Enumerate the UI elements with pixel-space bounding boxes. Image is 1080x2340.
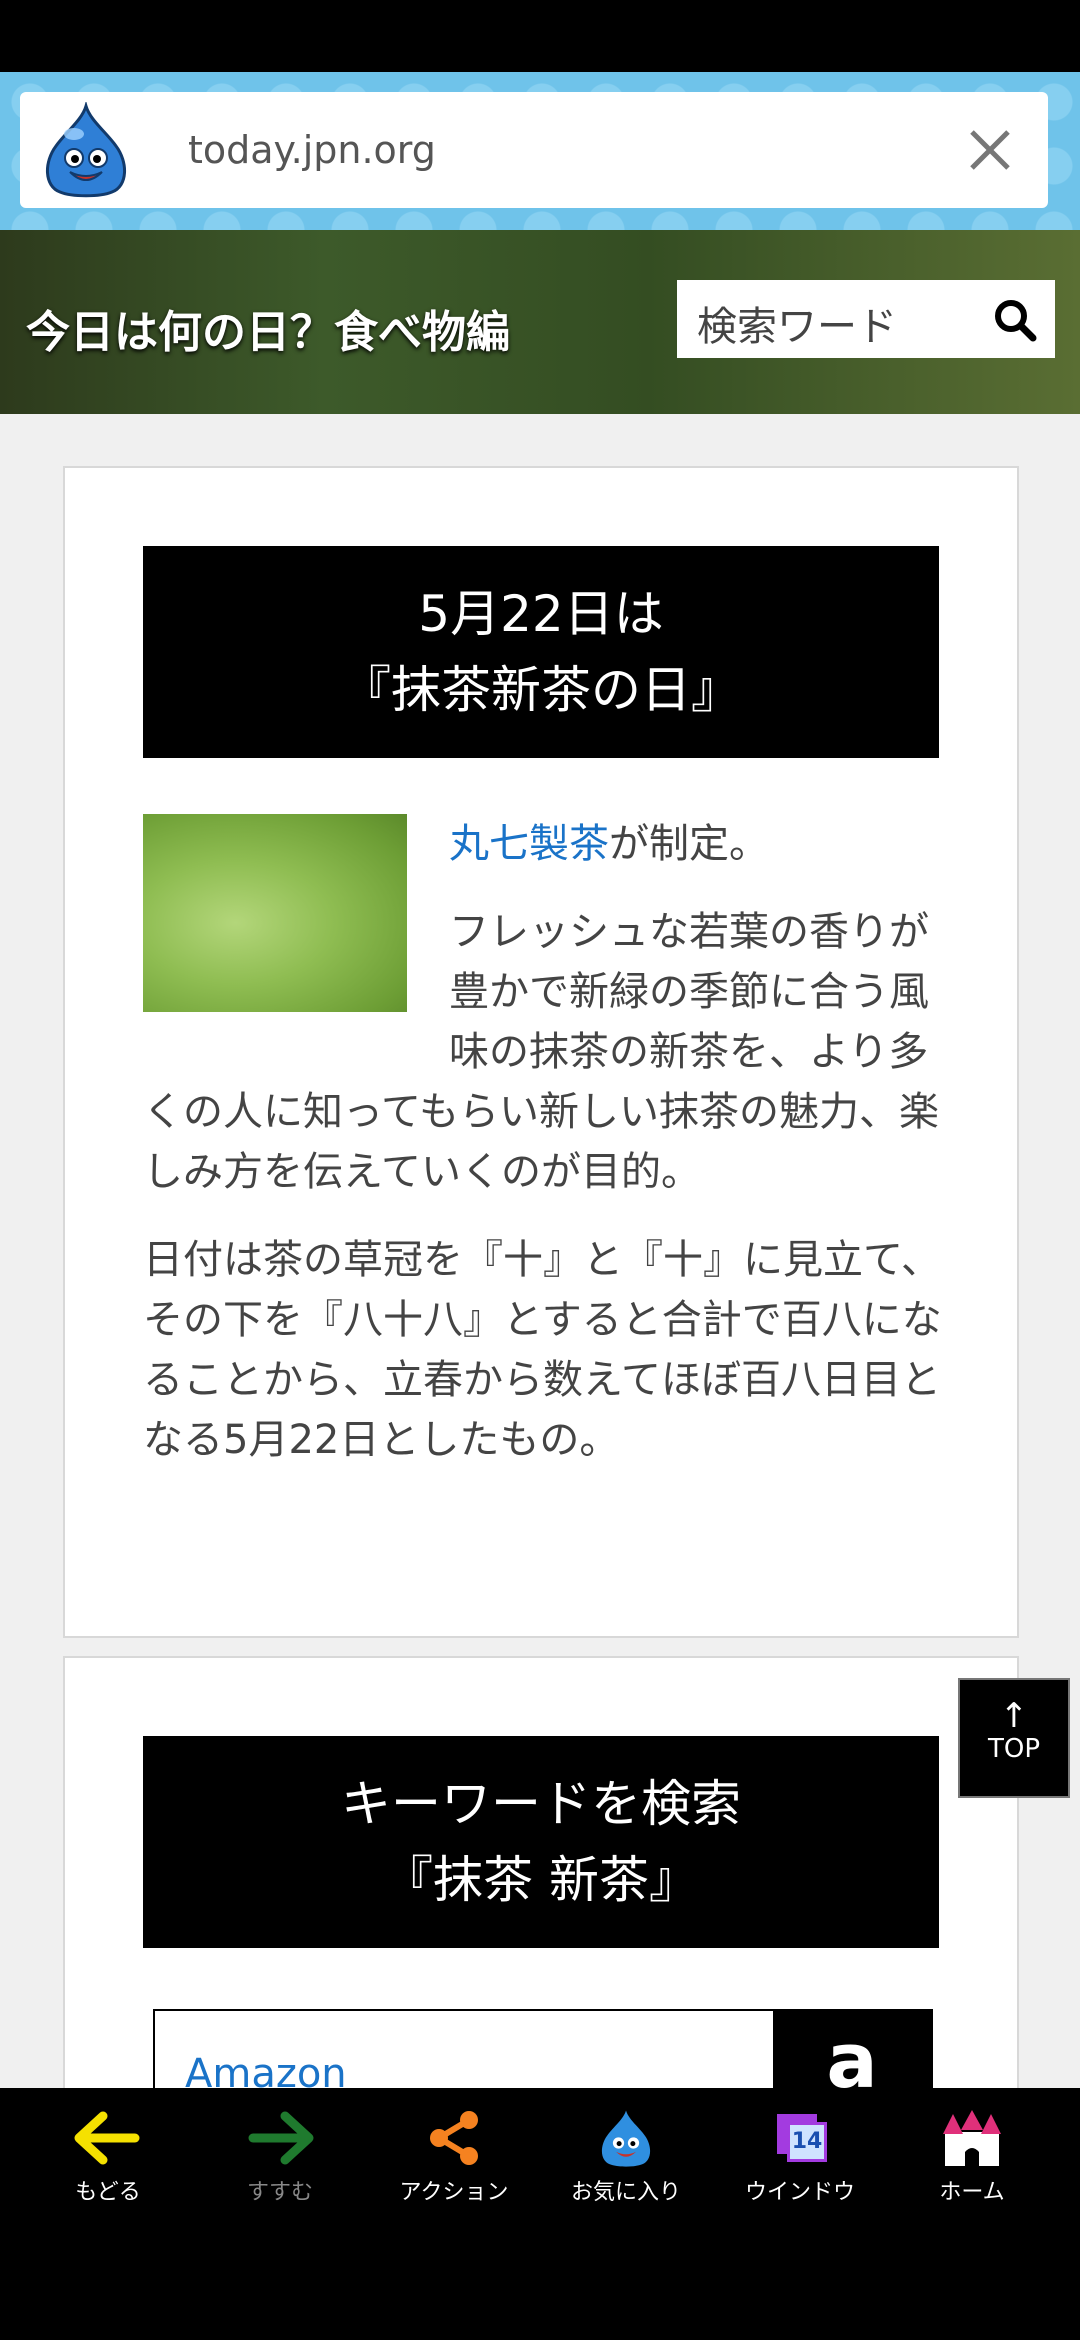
nav-forward-label: すすむ: [246, 2180, 313, 2205]
search-input[interactable]: 検索ワード: [677, 280, 1055, 358]
article-paragraph-2: 日付は茶の草冠を『十』と『十』に見立て、その下を『八十八』とすると合計で百八にな…: [143, 1237, 942, 1463]
share-icon: [430, 2111, 478, 2165]
arrow-up-icon: ↑: [999, 1696, 1029, 1736]
nav-action[interactable]: アクション: [374, 2108, 534, 2218]
nav-forward[interactable]: すすむ: [200, 2108, 360, 2218]
page-content: 5月22日は 『抹茶新茶の日』 丸七製茶が制定。 フレッシュな若葉の香りが豊かで…: [0, 414, 1080, 2088]
search-placeholder: 検索ワード: [697, 304, 897, 350]
maker-link[interactable]: 丸七製茶: [449, 821, 609, 867]
arrow-right-icon: [248, 2111, 314, 2165]
article-body: 丸七製茶が制定。 フレッシュな若葉の香りが豊かで新緑の季節に合う風味の抹茶の新茶…: [143, 814, 943, 1498]
keyword-card: キーワードを検索 『抹茶 新茶』 Amazon a: [63, 1656, 1019, 2088]
slime-favorites-icon: [601, 2110, 651, 2167]
nav-home-label: ホーム: [939, 2180, 1005, 2205]
nav-back[interactable]: もどる: [28, 2108, 188, 2218]
castle-home-icon: [943, 2110, 1001, 2166]
window-count-icon: 14: [765, 2108, 835, 2168]
arrow-left-icon: [74, 2111, 140, 2165]
site-title[interactable]: 今日は何の日？食べ物編: [26, 296, 510, 360]
url-bar[interactable]: today.jpn.org: [20, 92, 1048, 208]
scroll-top-button[interactable]: ↑ TOP: [958, 1678, 1070, 1798]
keyword-title-line1: キーワードを検索: [341, 1775, 741, 1833]
article-card: 5月22日は 『抹茶新茶の日』 丸七製茶が制定。 フレッシュな若葉の香りが豊かで…: [63, 466, 1019, 1638]
bottom-nav: もどる すすむ アクション お気に入り 14 ウインドウ ホーム: [0, 2088, 1080, 2340]
article-title-line1: 5月22日は: [418, 585, 664, 643]
amazon-logo-icon: a: [773, 2011, 931, 2088]
nav-favorites[interactable]: お気に入り: [546, 2108, 706, 2218]
nav-back-label: もどる: [75, 2180, 141, 2205]
search-icon[interactable]: [993, 298, 1037, 342]
keyword-title: キーワードを検索 『抹茶 新茶』: [143, 1736, 939, 1948]
nav-window[interactable]: 14 ウインドウ: [720, 2108, 880, 2218]
top-label: TOP: [987, 1734, 1041, 1764]
nav-window-label: ウインドウ: [744, 2180, 855, 2205]
status-bar: [0, 0, 1080, 72]
close-icon[interactable]: [962, 122, 1018, 178]
amazon-label: Amazon: [185, 2051, 347, 2088]
article-title: 5月22日は 『抹茶新茶の日』: [143, 546, 939, 758]
nav-home[interactable]: ホーム: [892, 2108, 1052, 2218]
maker-suffix: が制定。: [609, 821, 769, 867]
slime-logo-icon: [46, 102, 126, 198]
window-count-badge: 14: [787, 2122, 827, 2162]
amazon-search-button[interactable]: Amazon a: [153, 2009, 933, 2088]
browser-toolbar: today.jpn.org: [0, 72, 1080, 230]
nav-favorites-label: お気に入り: [570, 2180, 681, 2205]
nav-action-label: アクション: [399, 2180, 509, 2205]
site-header: 今日は何の日？食べ物編 検索ワード: [0, 230, 1080, 414]
article-title-line2: 『抹茶新茶の日』: [341, 661, 741, 719]
url-text[interactable]: today.jpn.org: [188, 128, 436, 172]
keyword-title-line2: 『抹茶 新茶』: [383, 1851, 699, 1909]
